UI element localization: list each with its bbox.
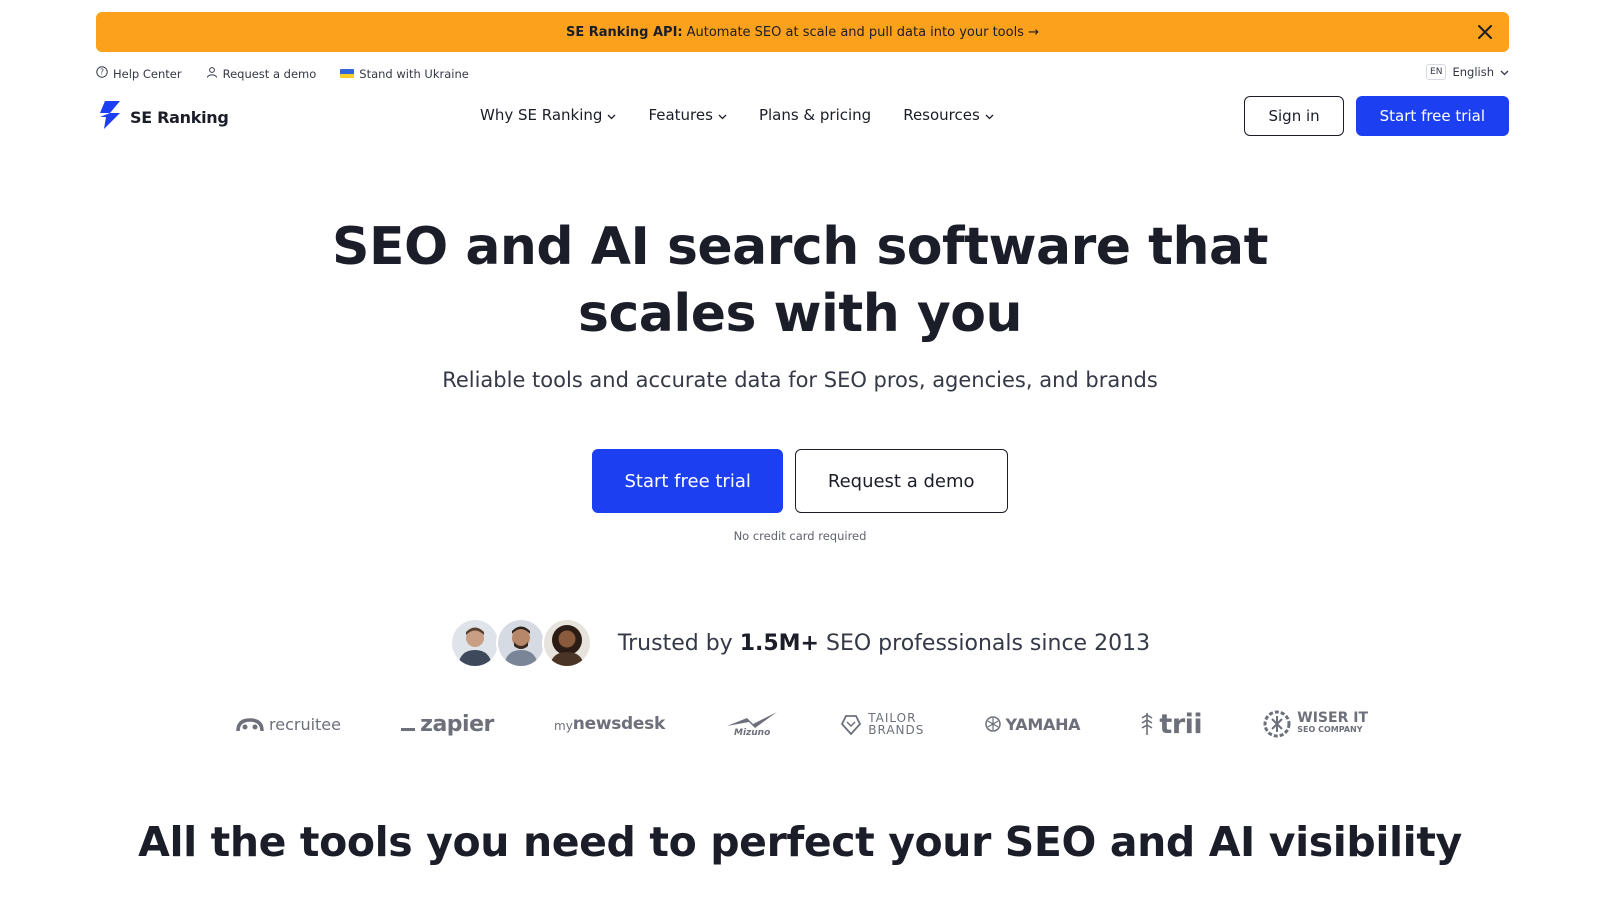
- banner-text[interactable]: Automate SEO at scale and pull data into…: [687, 25, 1039, 40]
- utility-bar: ? Help Center Request a demo Stand with …: [96, 64, 1509, 86]
- ukraine-flag-icon: [340, 69, 355, 78]
- nav-plans-pricing[interactable]: Plans & pricing: [759, 106, 871, 124]
- mizuno-text: Mizuno: [733, 728, 771, 738]
- chevron-down-icon: [1500, 65, 1509, 79]
- chevron-down-icon: [718, 106, 727, 124]
- yamaha-text: YAMAHA: [1005, 714, 1081, 734]
- hero-cta-group: Start free trial Request a demo: [0, 449, 1600, 513]
- trust-highlight: 1.5M+: [739, 630, 819, 656]
- trii-text: trii: [1159, 708, 1203, 740]
- language-selector[interactable]: EN English: [1426, 64, 1509, 80]
- recruitee-logo: recruitee: [236, 715, 341, 734]
- logo-text: SE Ranking: [130, 107, 229, 127]
- yamaha-logo: YAMAHA: [984, 714, 1081, 734]
- logo[interactable]: SE Ranking: [96, 100, 229, 134]
- tailor-text-2: BRANDS: [868, 723, 925, 737]
- ukraine-link[interactable]: Stand with Ukraine: [340, 67, 469, 81]
- help-center-link[interactable]: ? Help Center: [96, 66, 182, 81]
- announcement-banner[interactable]: SE Ranking API: Automate SEO at scale an…: [96, 12, 1509, 52]
- ukraine-label: Stand with Ukraine: [359, 66, 469, 81]
- help-center-label: Help Center: [113, 66, 182, 81]
- close-icon[interactable]: [1475, 22, 1495, 42]
- zapier-text: zapier: [420, 711, 494, 737]
- zapier-underscore-icon: [401, 727, 416, 731]
- se-ranking-logo-icon: [96, 100, 124, 134]
- svg-text:?: ?: [100, 68, 104, 77]
- sign-in-button[interactable]: Sign in: [1244, 96, 1344, 136]
- avatar: [495, 618, 546, 668]
- language-label: English: [1452, 65, 1494, 79]
- hero-request-demo-button[interactable]: Request a demo: [794, 449, 1008, 513]
- mizuno-logo: Mizuno: [725, 710, 779, 738]
- hero-start-trial-button[interactable]: Start free trial: [592, 449, 783, 513]
- nav-label: Why SE Ranking: [480, 106, 603, 124]
- wiser-text-2: SEO COMPANY: [1297, 725, 1363, 734]
- nav-label: Resources: [903, 106, 980, 124]
- nav-resources[interactable]: Resources: [903, 106, 994, 124]
- nav-label: Features: [648, 106, 713, 124]
- avatar-group: [449, 618, 592, 668]
- avatar: [449, 618, 500, 668]
- nav-why-se-ranking[interactable]: Why SE Ranking: [480, 106, 616, 124]
- section-title: All the tools you need to perfect your S…: [138, 818, 1462, 866]
- trii-logo: trii: [1140, 708, 1203, 740]
- mynewsdesk-pre: my: [554, 719, 573, 733]
- user-icon: [206, 66, 218, 81]
- request-demo-link[interactable]: Request a demo: [206, 66, 317, 81]
- no-credit-card-note: No credit card required: [733, 529, 867, 543]
- question-circle-icon: ?: [96, 66, 108, 81]
- mynewsdesk-main: newsdesk: [572, 714, 665, 734]
- hero-title-line1: SEO and AI search software that: [332, 217, 1268, 277]
- hero-subtitle: Reliable tools and accurate data for SEO…: [442, 368, 1158, 392]
- main-nav: SE Ranking Why SE Ranking Features Plans…: [96, 96, 1509, 136]
- client-logos: recruitee zapier my newsdesk Mizuno TAIL…: [236, 702, 1368, 746]
- zapier-logo: zapier: [401, 712, 494, 737]
- trust-prefix: Trusted by: [617, 630, 733, 656]
- trust-text: Trusted by 1.5M+ SEO professionals since…: [618, 631, 1150, 656]
- hero-title: SEO and AI search software that scales w…: [0, 214, 1600, 348]
- nav-start-trial-button[interactable]: Start free trial: [1355, 96, 1509, 136]
- trust-row: Trusted by 1.5M+ SEO professionals since…: [0, 618, 1600, 668]
- hero-title-line2: scales with you: [578, 284, 1023, 344]
- nav-label: Plans & pricing: [758, 106, 872, 124]
- chevron-down-icon: [985, 106, 994, 124]
- nav-features[interactable]: Features: [648, 106, 727, 124]
- mynewsdesk-logo: my newsdesk: [554, 714, 665, 734]
- request-demo-label: Request a demo: [222, 66, 317, 81]
- avatar: [541, 618, 592, 668]
- trust-suffix: SEO professionals since 2013: [826, 630, 1151, 656]
- recruitee-text: recruitee: [269, 714, 341, 734]
- chevron-down-icon: [607, 106, 616, 124]
- tailor-brands-logo: TAILOR BRANDS: [839, 712, 924, 736]
- wiser-text-1: WISER IT: [1297, 710, 1368, 726]
- wiser-it-logo: WISER IT SEO COMPANY: [1262, 709, 1368, 739]
- banner-strong-text: SE Ranking API:: [566, 24, 683, 40]
- language-code: EN: [1426, 64, 1447, 80]
